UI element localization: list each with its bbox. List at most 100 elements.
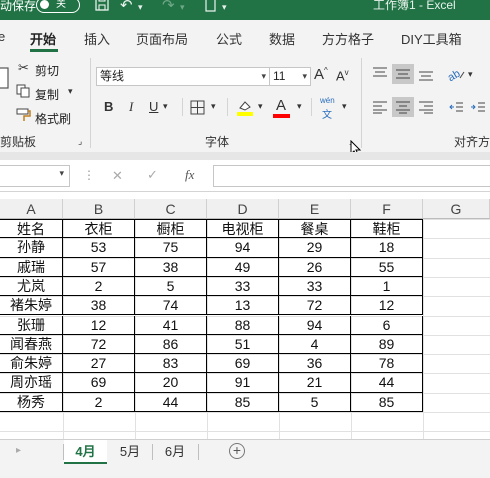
data-cell[interactable]: 13 xyxy=(207,296,279,316)
data-cell[interactable]: 51 xyxy=(207,334,279,355)
format-painter-button[interactable]: 格式刷 xyxy=(35,110,71,127)
data-cell[interactable]: 2 xyxy=(63,276,135,297)
borders-dropdown-icon[interactable]: ▾ xyxy=(211,101,216,112)
data-cell[interactable]: 尤岚 xyxy=(0,276,63,297)
orientation-dropdown-icon[interactable]: ▾ xyxy=(468,69,473,80)
paste-icon[interactable] xyxy=(0,66,10,93)
sheet-tab-may[interactable]: 5月 xyxy=(110,440,150,464)
data-cell[interactable]: 49 xyxy=(207,257,279,277)
clipboard-launcher-icon[interactable]: ⌟ xyxy=(78,136,82,147)
align-top-icon[interactable] xyxy=(372,66,388,83)
tab-formulas[interactable]: 公式 xyxy=(216,29,242,48)
tab-page-layout[interactable]: 页面布局 xyxy=(136,29,188,48)
cut-button[interactable]: 剪切 xyxy=(35,62,59,79)
decrease-indent-icon[interactable] xyxy=(448,100,464,117)
data-cell[interactable]: 94 xyxy=(207,238,279,258)
header-cell[interactable]: 电视柜 xyxy=(207,219,279,239)
grow-font-icon[interactable]: A^ xyxy=(314,66,328,83)
data-cell[interactable]: 38 xyxy=(135,257,207,277)
shrink-font-icon[interactable]: Av xyxy=(336,68,349,83)
undo-dropdown-icon[interactable]: ▾ xyxy=(138,2,143,13)
redo-icon[interactable]: ↷ xyxy=(162,0,175,14)
data-cell[interactable]: 5 xyxy=(279,392,351,412)
data-cell[interactable]: 戚瑞 xyxy=(0,257,63,277)
data-cell[interactable]: 69 xyxy=(207,354,279,374)
column-header[interactable]: G xyxy=(423,199,490,219)
orientation-icon[interactable]: ab xyxy=(446,66,466,85)
data-cell[interactable]: 86 xyxy=(135,334,207,355)
data-cell[interactable]: 78 xyxy=(351,354,423,374)
data-cell[interactable]: 36 xyxy=(279,354,351,374)
data-cell[interactable]: 85 xyxy=(351,392,423,412)
header-cell[interactable]: 姓名 xyxy=(0,219,63,239)
sheet-tab-april[interactable]: 4月 xyxy=(64,440,107,464)
fill-color-dropdown-icon[interactable]: ▾ xyxy=(258,101,263,112)
italic-button[interactable]: I xyxy=(129,99,133,115)
data-cell[interactable]: 18 xyxy=(351,238,423,258)
formula-input[interactable] xyxy=(213,165,490,187)
tab-diy-toolbox[interactable]: DIY工具箱 xyxy=(401,29,462,48)
data-cell[interactable]: 55 xyxy=(351,257,423,277)
data-cell[interactable]: 俞朱婷 xyxy=(0,354,63,374)
fill-color-icon[interactable] xyxy=(236,98,254,119)
data-cell[interactable]: 20 xyxy=(135,373,207,393)
tab-file-partial[interactable]: e xyxy=(0,29,5,44)
header-cell[interactable]: 餐桌 xyxy=(279,219,351,239)
save-icon[interactable] xyxy=(94,0,110,16)
data-cell[interactable]: 94 xyxy=(279,315,351,335)
data-cell[interactable]: 孙静 xyxy=(0,238,63,258)
cancel-icon[interactable]: ✕ xyxy=(112,168,123,184)
data-cell[interactable]: 12 xyxy=(351,296,423,316)
data-cell[interactable]: 4 xyxy=(279,334,351,355)
tab-fangfang[interactable]: 方方格子 xyxy=(322,29,374,48)
increase-indent-icon[interactable] xyxy=(470,100,486,117)
tab-data[interactable]: 数据 xyxy=(269,29,295,48)
data-cell[interactable]: 75 xyxy=(135,238,207,258)
data-cell[interactable]: 27 xyxy=(63,354,135,374)
insert-function-button[interactable]: fx xyxy=(185,167,194,183)
copy-icon[interactable] xyxy=(16,84,30,101)
undo-icon[interactable]: ↶ xyxy=(120,0,133,14)
data-cell[interactable]: 褚朱婷 xyxy=(0,296,63,316)
add-sheet-icon[interactable]: + xyxy=(229,443,245,459)
sheet-tab-june[interactable]: 6月 xyxy=(155,440,195,464)
enter-icon[interactable]: ✓ xyxy=(147,167,158,183)
header-cell[interactable]: 鞋柜 xyxy=(351,219,423,239)
data-cell[interactable]: 6 xyxy=(351,315,423,335)
data-cell[interactable]: 88 xyxy=(207,315,279,335)
data-cell[interactable]: 91 xyxy=(207,373,279,393)
data-cell[interactable]: 1 xyxy=(351,276,423,297)
data-cell[interactable]: 89 xyxy=(351,334,423,355)
column-header[interactable]: F xyxy=(351,199,423,219)
data-cell[interactable]: 杨秀 xyxy=(0,392,63,412)
copy-button[interactable]: 复制 xyxy=(35,86,59,103)
underline-dropdown-icon[interactable]: ▾ xyxy=(163,101,168,112)
data-cell[interactable]: 44 xyxy=(135,392,207,412)
column-header[interactable]: E xyxy=(279,199,351,219)
data-cell[interactable]: 5 xyxy=(135,276,207,297)
touch-mode-icon[interactable] xyxy=(203,0,217,16)
data-cell[interactable]: 72 xyxy=(63,334,135,355)
data-cell[interactable]: 41 xyxy=(135,315,207,335)
data-cell[interactable]: 12 xyxy=(63,315,135,335)
data-cell[interactable]: 21 xyxy=(279,373,351,393)
data-cell[interactable]: 72 xyxy=(279,296,351,316)
font-color-icon[interactable]: A xyxy=(276,97,286,114)
align-bottom-icon[interactable] xyxy=(418,68,434,85)
data-cell[interactable]: 69 xyxy=(63,373,135,393)
formula-bar-grip-icon[interactable]: ⋮ xyxy=(83,168,95,182)
underline-button[interactable]: U xyxy=(149,99,158,114)
format-painter-icon[interactable] xyxy=(16,108,32,125)
font-name-combo[interactable]: 等线 ▾ xyxy=(96,67,270,86)
phonetic-guide-icon[interactable]: 文 xyxy=(322,106,332,121)
name-box[interactable]: ▾ xyxy=(0,165,70,187)
data-cell[interactable]: 85 xyxy=(207,392,279,412)
phonetic-dropdown-icon[interactable]: ▾ xyxy=(342,101,347,112)
font-size-combo[interactable]: 11 ▾ xyxy=(269,67,311,86)
column-header[interactable]: C xyxy=(135,199,207,219)
tab-home[interactable]: 开始 xyxy=(30,29,56,48)
data-cell[interactable]: 74 xyxy=(135,296,207,316)
data-cell[interactable]: 周亦瑶 xyxy=(0,373,63,393)
tab-insert[interactable]: 插入 xyxy=(84,29,110,48)
column-header[interactable]: D xyxy=(207,199,279,219)
